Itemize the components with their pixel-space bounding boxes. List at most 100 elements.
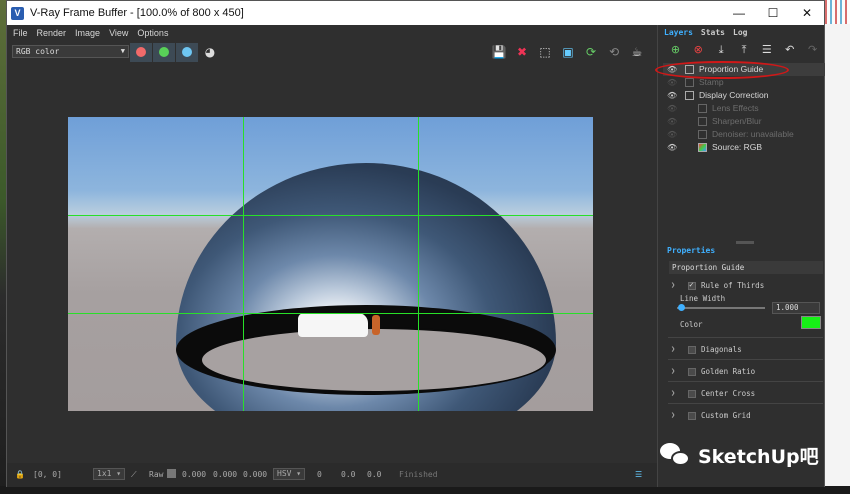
blue-channel-icon xyxy=(182,47,192,57)
render-status: Finished xyxy=(399,470,438,479)
mono-channel-icon[interactable]: ◕ xyxy=(201,43,219,61)
zoom-value: 1x1 xyxy=(97,469,112,478)
line-width-slider[interactable] xyxy=(677,307,765,309)
eye-icon[interactable]: 👁 xyxy=(667,141,677,154)
eye-icon[interactable]: 👁 xyxy=(667,128,677,141)
chevron-down-icon[interactable]: ❯ xyxy=(671,281,675,289)
tab-log[interactable]: Log xyxy=(730,27,750,38)
lens-effects-icon xyxy=(698,104,707,113)
list-icon[interactable]: ☰ xyxy=(755,43,778,61)
green-channel-icon xyxy=(159,47,169,57)
mode-label: Raw xyxy=(149,470,164,479)
guide-color-swatch[interactable] xyxy=(801,316,821,329)
tab-layers[interactable]: Layers xyxy=(661,27,696,38)
thirds-guide-v2 xyxy=(418,117,419,411)
blue-channel-button[interactable] xyxy=(176,43,198,62)
slider-handle[interactable] xyxy=(678,304,685,311)
load-layers-icon[interactable]: ⤒ xyxy=(733,43,756,61)
diagonals-checkbox[interactable] xyxy=(688,346,696,354)
highlight-annotation xyxy=(655,61,789,79)
maximize-button[interactable]: ☐ xyxy=(756,1,790,25)
eye-icon[interactable]: 👁 xyxy=(667,102,677,115)
chevron-down-icon[interactable]: ❯ xyxy=(671,411,675,419)
layers-panel: Layers Stats Log ⊕ ⊗ ⤓ ⤒ ☰ ↶ ↷ 👁 Proport… xyxy=(655,25,825,487)
watermark-text: SketchUp吧 xyxy=(698,445,819,468)
rule-of-thirds-label: Rule of Thirds xyxy=(701,281,765,290)
eye-icon[interactable]: 👁 xyxy=(667,115,677,128)
menu-view[interactable]: View xyxy=(109,28,128,38)
layer-item[interactable]: 👁 Source: RGB xyxy=(663,141,825,154)
colorspace-select[interactable]: HSV ▾ xyxy=(273,468,306,480)
layer-label: Sharpen/Blur xyxy=(712,116,762,126)
chevron-down-icon[interactable]: ❯ xyxy=(671,345,675,353)
dome-floor xyxy=(200,327,548,393)
channel-select-value: RGB color xyxy=(16,47,60,56)
pixel-coords: [0, 0] xyxy=(33,470,62,479)
denoiser-icon xyxy=(698,130,707,139)
custom-grid-checkbox[interactable] xyxy=(688,412,696,420)
save-layers-icon[interactable]: ⤓ xyxy=(710,43,733,61)
layer-item[interactable]: 👁 Sharpen/Blur xyxy=(663,115,825,128)
golden-ratio-label: Golden Ratio xyxy=(701,367,756,376)
minimize-button[interactable]: — xyxy=(722,1,756,25)
stamp-layer-icon xyxy=(685,78,694,87)
center-cross-checkbox[interactable] xyxy=(688,390,696,398)
menu-options[interactable]: Options xyxy=(137,28,168,38)
clear-image-icon[interactable]: ✖ xyxy=(513,43,531,61)
region-render-icon[interactable]: ⬚ xyxy=(536,43,554,61)
panel-splitter[interactable] xyxy=(736,241,754,244)
teapot-render-icon[interactable]: ☕ xyxy=(628,43,646,61)
wechat-icon xyxy=(658,440,694,470)
chevron-down-icon[interactable]: ❯ xyxy=(671,367,675,375)
g-value: 0.000 xyxy=(213,470,238,479)
sharpen-icon xyxy=(698,117,707,126)
menu-render[interactable]: Render xyxy=(37,28,67,38)
scene-figure xyxy=(372,315,380,335)
green-channel-button[interactable] xyxy=(153,43,175,62)
chevron-down-icon[interactable]: ❯ xyxy=(671,389,675,397)
refresh-render-icon[interactable]: ⟳ xyxy=(582,43,600,61)
scene-objects xyxy=(298,313,368,337)
lock-icon[interactable]: 🔒 xyxy=(15,470,25,479)
delete-layer-icon[interactable]: ⊗ xyxy=(687,43,710,61)
stop-render-icon[interactable]: ⟲ xyxy=(605,43,623,61)
render-viewport[interactable] xyxy=(7,63,657,463)
title-bar[interactable]: V V-Ray Frame Buffer - [100.0% of 800 x … xyxy=(7,1,824,25)
layer-label: Denoiser: unavailable xyxy=(712,129,794,139)
line-width-input[interactable]: 1.000 xyxy=(772,302,820,314)
menu-bar: File Render Image View Options xyxy=(7,25,657,41)
red-channel-button[interactable] xyxy=(130,43,152,62)
menu-image[interactable]: Image xyxy=(75,28,100,38)
layer-item[interactable]: 👁 Denoiser: unavailable xyxy=(663,128,825,141)
eye-icon[interactable]: 👁 xyxy=(667,89,677,102)
zoom-select[interactable]: 1x1 ▾ xyxy=(93,468,126,480)
channel-select[interactable]: RGB color ▼ xyxy=(12,45,129,58)
properties-heading: Properties xyxy=(667,246,716,255)
undo-icon[interactable]: ↶ xyxy=(778,43,801,61)
tab-stats[interactable]: Stats xyxy=(698,27,728,38)
save-image-icon[interactable]: 💾 xyxy=(490,43,508,61)
chevron-down-icon: ▼ xyxy=(120,47,125,55)
layer-name-field[interactable]: Proportion Guide xyxy=(669,261,823,274)
track-mouse-icon[interactable]: ▣ xyxy=(559,43,577,61)
display-correction-icon xyxy=(685,91,694,100)
panel-toggle-icon[interactable]: ☰ xyxy=(635,470,642,479)
picker-icon[interactable]: ⟋ xyxy=(131,470,137,480)
diagonals-label: Diagonals xyxy=(701,345,742,354)
layer-item[interactable]: 👁 Lens Effects xyxy=(663,102,825,115)
rule-of-thirds-checkbox[interactable] xyxy=(688,280,696,290)
screen: V V-Ray Frame Buffer - [100.0% of 800 x … xyxy=(0,0,850,494)
add-layer-icon[interactable]: ⊕ xyxy=(664,43,687,61)
menu-file[interactable]: File xyxy=(13,28,28,38)
divider xyxy=(668,381,823,382)
redo-icon[interactable]: ↷ xyxy=(801,43,824,61)
layer-label: Display Correction xyxy=(699,90,769,100)
h-value: 0 xyxy=(317,470,322,479)
eye-icon[interactable]: 👁 xyxy=(667,76,677,89)
close-button[interactable]: ✕ xyxy=(790,1,824,25)
pixel-swatch xyxy=(167,469,176,478)
desktop-right-edge xyxy=(825,0,850,494)
golden-ratio-checkbox[interactable] xyxy=(688,368,696,376)
layer-label: Lens Effects xyxy=(712,103,759,113)
layer-item[interactable]: 👁 Display Correction xyxy=(663,89,825,102)
